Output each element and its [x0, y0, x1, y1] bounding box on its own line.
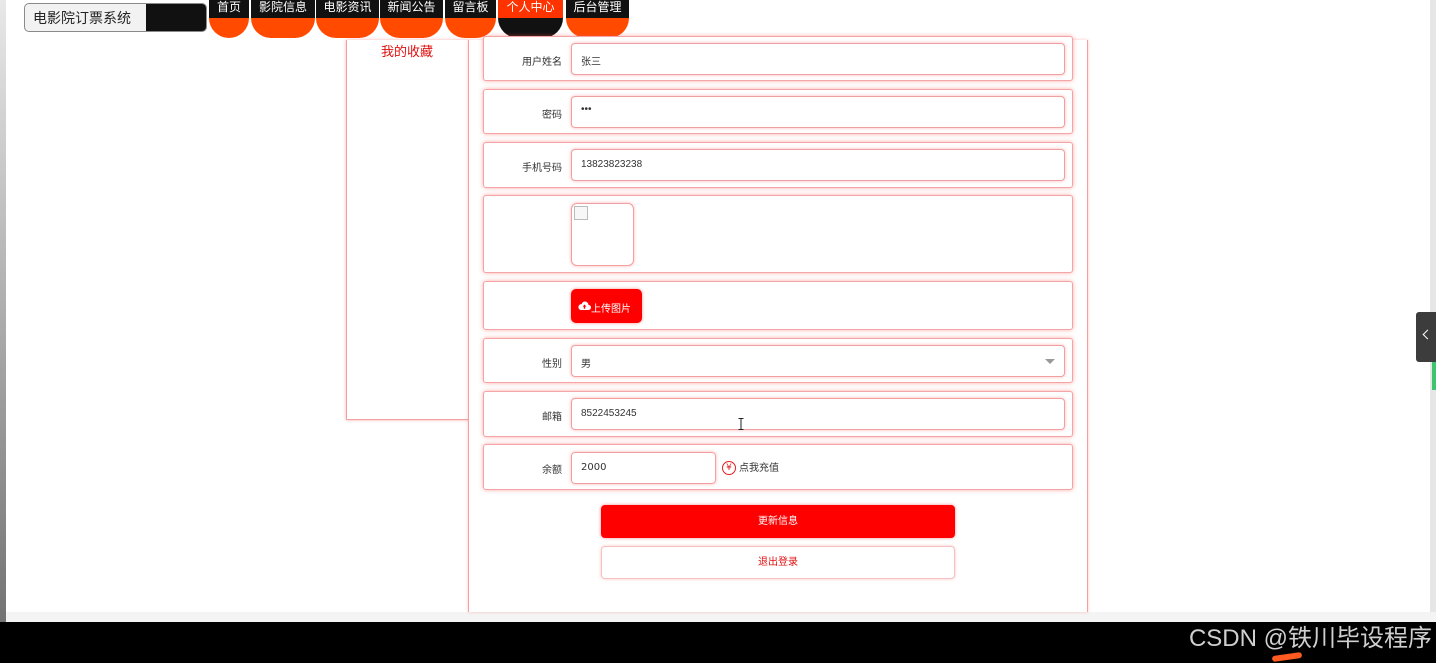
recharge-link[interactable]: ¥ 点我充值	[722, 459, 779, 475]
upload-image-button[interactable]: 上传图片	[571, 289, 642, 323]
email-value: 8522453245	[581, 408, 637, 419]
nav-label: 电影资讯	[316, 0, 379, 18]
yen-icon: ¥	[722, 461, 736, 475]
phone-label: 手机号码	[522, 163, 562, 174]
balance-input[interactable]: 2000	[571, 452, 716, 484]
screen: 电影院订票系统 首页 影院信息 电影资讯 新闻公告 留言板 个人中心 后台管理 …	[0, 0, 1436, 663]
user-sidebar: 我的收藏	[346, 40, 469, 420]
top-nav: 电影院订票系统 首页 影院信息 电影资讯 新闻公告 留言板 个人中心 后台管理	[0, 0, 1430, 40]
form-row-password: 密码 •••	[483, 89, 1073, 134]
csdn-watermark: CSDN @铁川毕设程序	[1188, 625, 1432, 652]
upload-image-label: 上传图片	[591, 304, 631, 315]
username-value: 张三	[581, 57, 601, 68]
nav-item-personal-center[interactable]: 个人中心	[498, 0, 563, 38]
nav-item-home[interactable]: 首页	[209, 0, 249, 38]
phone-value: 13823823238	[581, 159, 643, 170]
gender-select[interactable]: 男	[571, 345, 1065, 377]
form-row-avatar	[483, 195, 1073, 273]
form-row-email: 邮箱 8522453245	[483, 391, 1073, 437]
username-input[interactable]: 张三	[571, 43, 1065, 75]
nav-item-message-board[interactable]: 留言板	[445, 0, 496, 38]
email-input[interactable]: 8522453245	[571, 398, 1065, 430]
password-input[interactable]: •••	[571, 96, 1065, 128]
form-row-username: 用户姓名 张三	[483, 36, 1073, 81]
nav-label: 留言板	[445, 0, 496, 18]
page-scrollbar[interactable]	[1430, 0, 1436, 612]
password-value: •••	[581, 104, 592, 115]
form-row-gender: 性别 男	[483, 338, 1073, 383]
nav-label: 新闻公告	[380, 0, 443, 18]
phone-input[interactable]: 13823823238	[571, 149, 1065, 181]
text-cursor-icon	[738, 418, 744, 430]
sidebar-item-favorites[interactable]: 我的收藏	[381, 41, 433, 60]
cloud-upload-icon	[578, 301, 591, 310]
side-panel-toggle[interactable]	[1416, 312, 1436, 362]
status-indicator	[1432, 362, 1436, 390]
broken-image-icon	[574, 206, 588, 220]
form-row-balance: 余额 2000 ¥ 点我充值	[483, 444, 1073, 490]
username-label: 用户姓名	[522, 57, 562, 68]
title-dark-block	[146, 4, 206, 31]
nav-item-movie-news[interactable]: 电影资讯	[316, 0, 379, 38]
update-info-button[interactable]: 更新信息	[601, 505, 955, 538]
nav-item-admin[interactable]: 后台管理	[566, 0, 629, 38]
nav-item-announcements[interactable]: 新闻公告	[380, 0, 443, 38]
recharge-label: 点我充值	[739, 463, 779, 474]
form-row-upload: 上传图片	[483, 281, 1073, 330]
balance-label: 余额	[542, 465, 562, 476]
nav-label: 个人中心	[498, 0, 563, 18]
gender-value: 男	[581, 359, 591, 370]
chevron-down-icon	[1045, 359, 1055, 364]
nav-label: 首页	[209, 0, 249, 18]
logout-button[interactable]: 退出登录	[601, 546, 955, 579]
gender-label: 性别	[542, 359, 562, 370]
nav-label: 影院信息	[251, 0, 315, 18]
site-title: 电影院订票系统	[33, 10, 131, 26]
balance-value: 2000	[581, 462, 607, 473]
password-label: 密码	[542, 110, 562, 121]
email-label: 邮箱	[542, 412, 562, 423]
nav-label: 后台管理	[566, 0, 629, 18]
form-row-phone: 手机号码 13823823238	[483, 142, 1073, 188]
avatar-image	[571, 203, 634, 266]
site-title-box: 电影院订票系统	[24, 3, 207, 32]
chevron-left-icon	[1422, 329, 1433, 340]
nav-item-cinema-info[interactable]: 影院信息	[251, 0, 315, 38]
